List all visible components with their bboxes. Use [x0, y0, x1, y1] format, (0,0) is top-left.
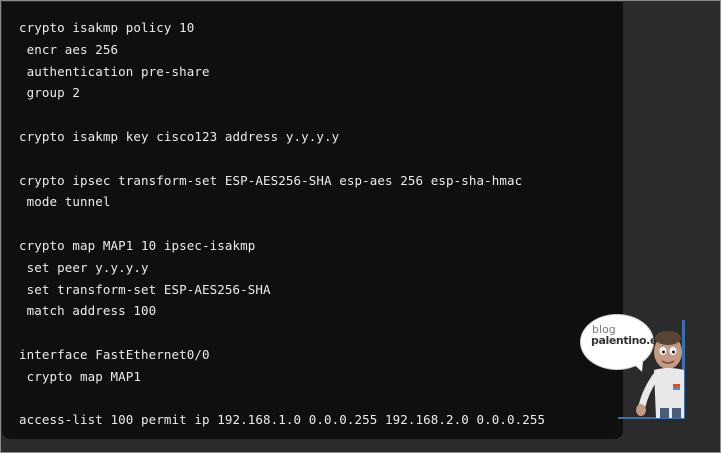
- code-line: interface FastEthernet0/0: [19, 346, 210, 362]
- blank-line: [19, 104, 545, 126]
- code-line: access-list 100 permit ip 192.168.1.0 0.…: [19, 412, 546, 428]
- cartoon-character-icon: [618, 320, 685, 419]
- code-line: set peer y.y.y.y: [19, 259, 149, 275]
- code-line: crypto ipsec transform-set ESP-AES256-SH…: [19, 172, 523, 188]
- code-line: crypto isakmp key cisco123 address y.y.y…: [19, 128, 340, 144]
- blank-line: [19, 148, 545, 170]
- code-block: crypto isakmp policy 10 encr aes 256 aut…: [2, 2, 623, 439]
- code-line: encr aes 256: [19, 41, 119, 57]
- blank-line: [19, 213, 545, 235]
- code-line: crypto isakmp policy 10: [19, 20, 195, 35]
- code-line: match address 100: [19, 303, 157, 319]
- code-line: crypto map MAP1 10 ipsec-isakmp: [19, 237, 256, 253]
- blank-line: [19, 388, 545, 410]
- code-line: set transform-set ESP-AES256-SHA: [19, 281, 271, 297]
- code-line: crypto map MAP1: [19, 368, 142, 384]
- code-line: mode tunnel: [19, 194, 111, 210]
- code-lines: crypto isakmp policy 10 encr aes 256 aut…: [19, 17, 545, 431]
- blank-line: [19, 322, 545, 344]
- blog-mascot-badge[interactable]: blog palentino.es: [578, 308, 688, 420]
- code-line: group 2: [19, 85, 81, 101]
- code-line: authentication pre-share: [19, 63, 210, 79]
